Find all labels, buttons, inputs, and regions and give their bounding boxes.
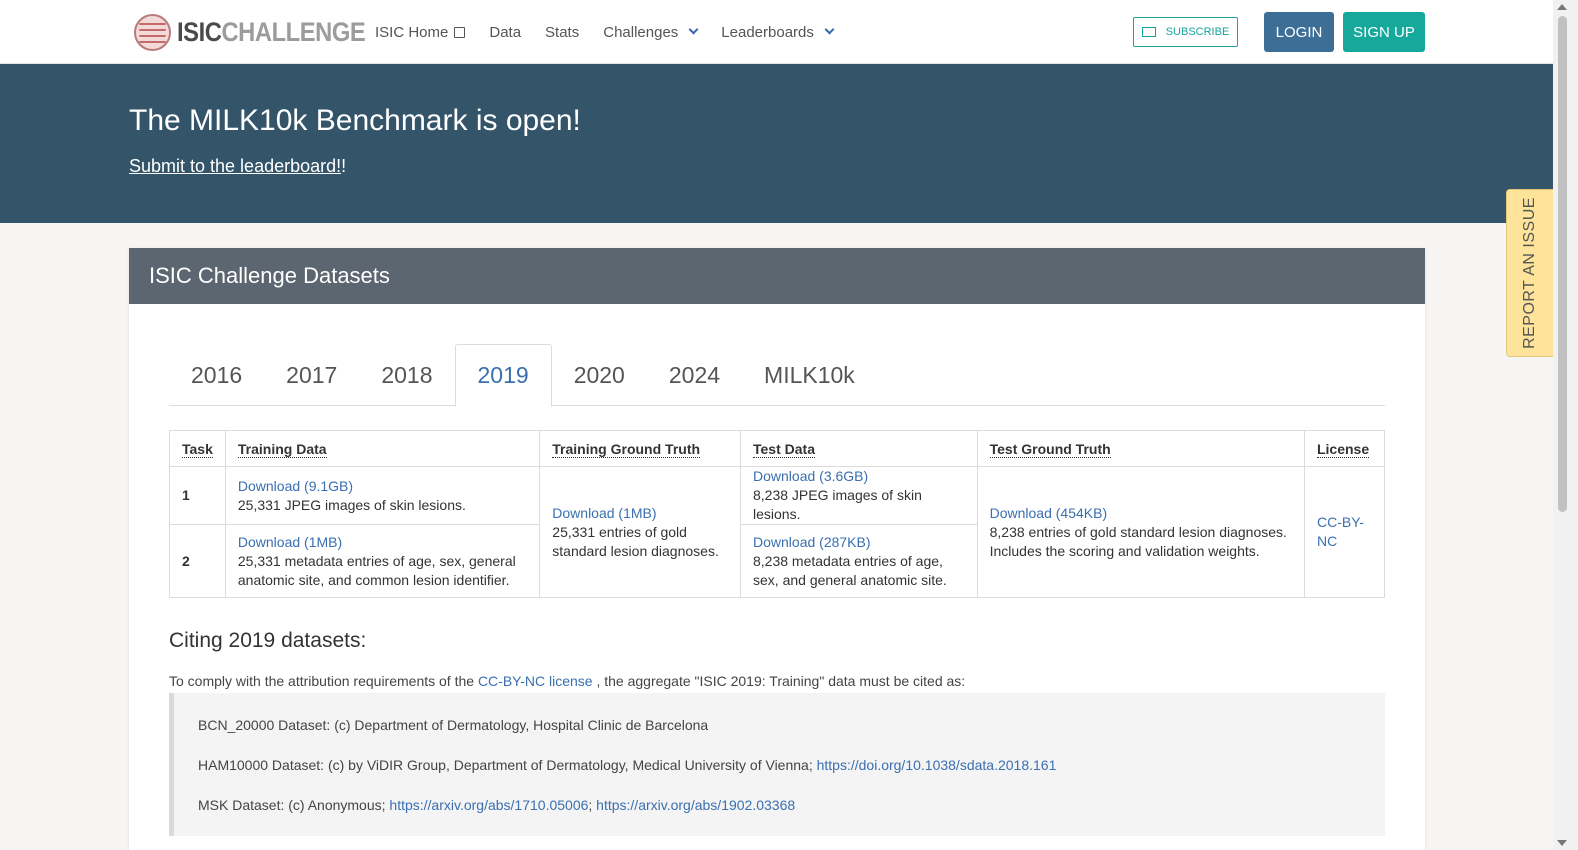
citation-ham: HAM10000 Dataset: (c) by ViDIR Group, De… (198, 757, 1057, 773)
test-data-download-link[interactable]: Download (3.6GB) (753, 467, 965, 486)
tab-2018[interactable]: 2018 (359, 344, 454, 406)
ham10000-doi-link[interactable]: https://doi.org/10.1038/sdata.2018.161 (817, 757, 1057, 773)
training-ground-truth-cell: Download (1MB) 25,331 entries of gold st… (539, 466, 741, 598)
top-navbar: ISICCHALLENGE ISIC Home Data Stats Chall… (0, 0, 1553, 64)
scroll-up-arrow-icon[interactable] (1557, 4, 1567, 10)
col-header-training-ground-truth: Training Ground Truth (539, 430, 741, 467)
col-header-license: License (1303, 430, 1386, 467)
nav-leaderboards[interactable]: Leaderboards (721, 24, 835, 41)
banner-title: The MILK10k Benchmark is open! (129, 104, 581, 137)
chevron-down-icon (824, 24, 835, 35)
col-header-test-data: Test Data (740, 430, 978, 467)
citing-title: Citing 2019 datasets: (169, 629, 367, 652)
login-button[interactable]: LOGIN (1264, 12, 1334, 52)
citation-msk: MSK Dataset: (c) Anonymous; https://arxi… (198, 797, 796, 813)
tab-milk10k[interactable]: MILK10k (742, 344, 877, 406)
citing-intro: To comply with the attribution requireme… (169, 673, 966, 689)
table-header-row: Task Training Data Training Ground Truth… (169, 430, 1386, 467)
page-scrollbar[interactable] (1553, 0, 1578, 850)
training-metadata-download-link[interactable]: Download (1MB) (238, 533, 527, 552)
tab-2024[interactable]: 2024 (647, 344, 742, 406)
tab-2017[interactable]: 2017 (264, 344, 359, 406)
banner-subtitle: Submit to the leaderboard!! (129, 156, 347, 176)
test-gt-desc: 8,238 entries of gold standard lesion di… (989, 523, 1287, 559)
tab-2020[interactable]: 2020 (552, 344, 647, 406)
report-issue-button[interactable]: REPORT AN ISSUE (1506, 189, 1553, 357)
col-header-task: Task (169, 430, 226, 467)
citation-block: BCN_20000 Dataset: (c) Department of Der… (169, 693, 1385, 836)
subscribe-button[interactable]: SUBSCRIBE (1133, 17, 1238, 47)
msk-arxiv-link-2[interactable]: https://arxiv.org/abs/1902.03368 (596, 797, 795, 813)
license-link[interactable]: CC-BY-NC (1317, 513, 1372, 551)
training-gt-download-link[interactable]: Download (1MB) (552, 504, 728, 523)
training-metadata-desc: 25,331 metadata entries of age, sex, gen… (237, 552, 516, 588)
signup-button[interactable]: SIGN UP (1343, 12, 1425, 52)
datasets-card: ISIC Challenge Datasets 2016 2017 2018 2… (129, 248, 1425, 850)
announcement-banner: The MILK10k Benchmark is open! Submit to… (0, 64, 1553, 223)
mail-icon (1141, 27, 1156, 37)
tab-2016[interactable]: 2016 (169, 344, 264, 406)
test-data-desc: 8,238 JPEG images of skin lesions. (753, 487, 922, 522)
table-row: 1 Download (9.1GB) 25,331 JPEG images of… (169, 466, 1386, 598)
test-gt-download-link[interactable]: Download (454KB) (990, 504, 1292, 523)
col-header-test-ground-truth: Test Ground Truth (976, 430, 1305, 467)
card-title: ISIC Challenge Datasets (129, 248, 1425, 304)
scroll-thumb[interactable] (1558, 16, 1567, 512)
license-cell: CC-BY-NC (1303, 466, 1386, 598)
submit-leaderboard-link[interactable]: Submit to the leaderboard! (129, 156, 341, 176)
msk-arxiv-link-1[interactable]: https://arxiv.org/abs/1710.05006 (389, 797, 588, 813)
test-data-cell: Download (287KB) 8,238 metadata entries … (740, 524, 978, 598)
task-cell: 2 (169, 524, 226, 598)
main-nav: ISIC Home Data Stats Challenges Leaderbo… (375, 0, 857, 64)
isic-challenge-logo[interactable]: ISICCHALLENGE (134, 13, 391, 51)
year-tabs: 2016 2017 2018 2019 2020 2024 MILK10k (169, 344, 1385, 407)
scroll-down-arrow-icon[interactable] (1557, 840, 1567, 846)
datasets-table: Task Training Data Training Ground Truth… (169, 430, 1386, 598)
test-data-cell: Download (3.6GB) 8,238 JPEG images of sk… (740, 466, 978, 525)
training-data-download-link[interactable]: Download (9.1GB) (238, 477, 527, 496)
training-gt-desc: 25,331 entries of gold standard lesion d… (552, 523, 719, 559)
nav-challenges[interactable]: Challenges (603, 24, 699, 41)
nav-data[interactable]: Data (489, 24, 521, 41)
nav-isic-home[interactable]: ISIC Home (375, 24, 466, 41)
cc-by-nc-license-link[interactable]: CC-BY-NC license (478, 673, 593, 689)
training-data-desc: 25,331 JPEG images of skin lesions. (237, 496, 466, 513)
col-header-training-data: Training Data (224, 430, 541, 467)
test-ground-truth-cell: Download (454KB) 8,238 entries of gold s… (976, 466, 1305, 598)
logo-icon (134, 13, 171, 51)
logo-text: ISICCHALLENGE (177, 16, 366, 47)
external-link-icon (454, 26, 466, 38)
test-metadata-desc: 8,238 metadata entries of age, sex, and … (753, 552, 947, 588)
tab-2019[interactable]: 2019 (454, 344, 552, 407)
task-cell: 1 (169, 466, 226, 525)
nav-stats[interactable]: Stats (545, 24, 579, 41)
chevron-down-icon (688, 24, 699, 35)
citation-bcn: BCN_20000 Dataset: (c) Department of Der… (198, 717, 709, 733)
training-data-cell: Download (9.1GB) 25,331 JPEG images of s… (224, 466, 541, 525)
test-metadata-download-link[interactable]: Download (287KB) (753, 533, 965, 552)
training-data-cell: Download (1MB) 25,331 metadata entries o… (224, 524, 541, 598)
